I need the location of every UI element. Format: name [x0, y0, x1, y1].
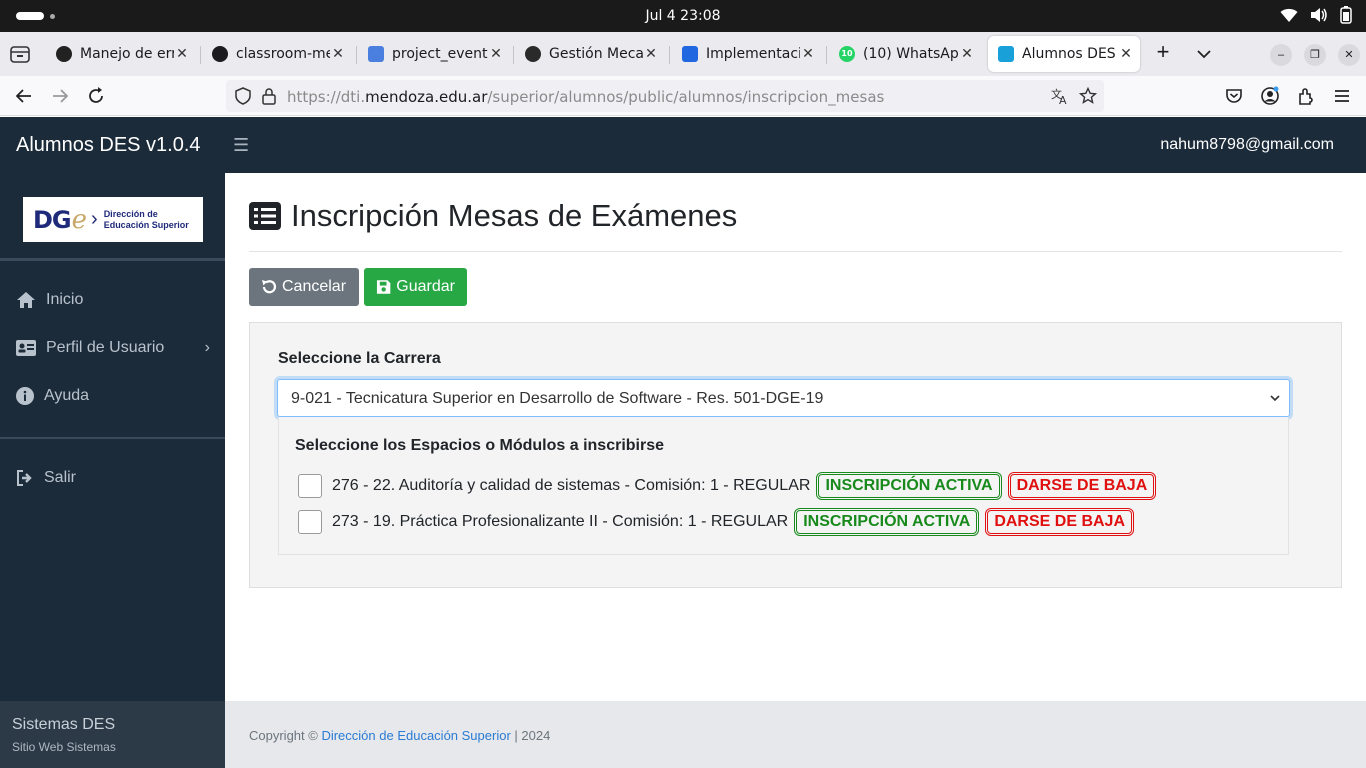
sidebar-item-ayuda[interactable]: Ayuda	[16, 387, 216, 405]
module-text: 276 - 22. Auditoría y calidad de sistema…	[332, 477, 811, 494]
close-icon[interactable]: ✕	[959, 46, 975, 62]
os-clock[interactable]: Jul 4 23:08	[0, 8, 1366, 24]
close-window-button[interactable]: ✕	[1338, 44, 1360, 66]
sign-out-icon	[17, 470, 32, 486]
browser-tab[interactable]: Gestión Mecatr ✕	[515, 36, 665, 72]
sidebar-divider	[0, 437, 225, 439]
minimize-button[interactable]: –	[1270, 44, 1292, 66]
sidebar-divider	[0, 258, 225, 261]
info-icon	[16, 387, 34, 405]
chevron-down-icon	[1270, 395, 1280, 402]
new-tab-button[interactable]: +	[1152, 41, 1174, 64]
close-icon[interactable]: ✕	[330, 46, 346, 62]
browser-tab[interactable]: Implementacio ✕	[672, 36, 822, 72]
site-icon	[525, 46, 541, 62]
id-card-icon	[16, 340, 36, 356]
account-icon[interactable]	[1260, 86, 1280, 106]
close-icon[interactable]: ✕	[1118, 46, 1134, 62]
lock-icon[interactable]	[261, 87, 277, 105]
list-icon	[249, 202, 281, 230]
sidebar-toggle-icon[interactable]: ☰	[233, 135, 249, 156]
shield-icon[interactable]	[234, 87, 252, 105]
sidebar-item-salir[interactable]: Salir	[16, 469, 216, 487]
chevron-right-icon: ›	[204, 339, 210, 356]
docs-icon	[368, 46, 384, 62]
system-tray[interactable]	[1280, 6, 1352, 24]
app-brand[interactable]: Alumnos DES v1.0.4	[16, 134, 201, 157]
maximize-button[interactable]: ❐	[1304, 44, 1326, 66]
career-select-value: 9-021 - Tecnicatura Superior en Desarrol…	[291, 390, 824, 407]
page-title: Inscripción Mesas de Exámenes	[249, 198, 737, 234]
tab-overview-icon[interactable]	[8, 42, 32, 66]
svg-text:A: A	[1059, 94, 1067, 105]
chevron-down-icon[interactable]	[1194, 44, 1214, 64]
bookmark-star-icon[interactable]	[1079, 87, 1097, 105]
close-icon[interactable]: ✕	[174, 46, 190, 62]
whatsapp-icon: 10	[839, 46, 855, 62]
status-badge-active: INSCRIPCIÓN ACTIVA	[794, 508, 980, 536]
browser-tab[interactable]: 10 (10) WhatsApp ✕	[829, 36, 981, 72]
status-badge-active: INSCRIPCIÓN ACTIVA	[816, 472, 1002, 500]
user-email[interactable]: nahum8798@gmail.com	[1160, 136, 1334, 154]
module-checkbox[interactable]	[298, 474, 322, 498]
home-icon	[17, 292, 35, 308]
browser-tab[interactable]: classroom-mec ✕	[202, 36, 352, 72]
browser-nav-bar: https://dti.mendoza.edu.ar/superior/alum…	[0, 76, 1366, 116]
footer-link[interactable]: Dirección de Educación Superior	[321, 728, 510, 743]
browser-tab[interactable]: project_events ✕	[358, 36, 510, 72]
save-button[interactable]: Guardar	[364, 268, 467, 306]
sidebar: DG e › Dirección de Educación Superior In…	[0, 173, 225, 768]
url-bar[interactable]: https://dti.mendoza.edu.ar/superior/alum…	[226, 80, 1104, 112]
des-icon	[998, 46, 1014, 62]
career-label: Seleccione la Carrera	[278, 350, 441, 367]
browser-tab-active[interactable]: Alumnos DES v ✕	[988, 36, 1140, 72]
drop-enrollment-button[interactable]: DARSE DE BAJA	[985, 508, 1134, 536]
module-text: 273 - 19. Práctica Profesionalizante II …	[332, 513, 789, 530]
drop-enrollment-button[interactable]: DARSE DE BAJA	[1007, 472, 1157, 500]
sidebar-item-inicio[interactable]: Inicio	[16, 291, 216, 309]
dge-logo: DG e › Dirección de Educación Superior	[23, 197, 203, 242]
app-header: Alumnos DES v1.0.4 ☰ nahum8798@gmail.com	[0, 117, 1366, 173]
module-checkbox[interactable]	[298, 510, 322, 534]
volume-icon	[1311, 8, 1327, 22]
globe-icon	[56, 46, 72, 62]
jira-icon	[682, 46, 698, 62]
close-icon[interactable]: ✕	[800, 46, 816, 62]
reload-icon[interactable]	[86, 86, 106, 106]
battery-icon	[1340, 6, 1352, 24]
copyright-text: Copyright © Dirección de Educación Super…	[249, 728, 551, 743]
os-top-bar: Jul 4 23:08	[0, 0, 1366, 32]
sidebar-footer: Sistemas DES Sitio Web Sistemas	[0, 701, 225, 768]
url-text[interactable]: https://dti.mendoza.edu.ar/superior/alum…	[287, 88, 884, 106]
module-row: 273 - 19. Práctica Profesionalizante II …	[298, 508, 1140, 536]
close-icon[interactable]: ✕	[643, 46, 659, 62]
title-divider	[249, 251, 1342, 252]
forward-icon[interactable]	[50, 86, 70, 106]
module-row: 276 - 22. Auditoría y calidad de sistema…	[298, 472, 1162, 500]
sidebar-footer-title[interactable]: Sistemas DES	[12, 716, 115, 734]
translate-icon[interactable]: 文A	[1051, 87, 1069, 105]
github-icon	[212, 46, 228, 62]
browser-tab[interactable]: Manejo de erro ✕	[46, 36, 196, 72]
pocket-icon[interactable]	[1224, 86, 1244, 106]
close-icon[interactable]: ✕	[488, 46, 504, 62]
menu-icon[interactable]	[1332, 86, 1352, 106]
wifi-icon	[1280, 8, 1298, 22]
extensions-icon[interactable]	[1296, 86, 1316, 106]
back-icon[interactable]	[14, 86, 34, 106]
undo-icon	[262, 280, 277, 294]
career-select[interactable]: 9-021 - Tecnicatura Superior en Desarrol…	[277, 379, 1290, 417]
sidebar-footer-subtitle[interactable]: Sitio Web Sistemas	[12, 740, 116, 754]
save-icon	[376, 280, 391, 294]
cancel-button[interactable]: Cancelar	[249, 268, 359, 306]
page-footer: Copyright © Dirección de Educación Super…	[225, 701, 1366, 768]
modules-label: Seleccione los Espacios o Módulos a insc…	[295, 437, 665, 454]
sidebar-item-perfil[interactable]: Perfil de Usuario ›	[16, 339, 216, 357]
